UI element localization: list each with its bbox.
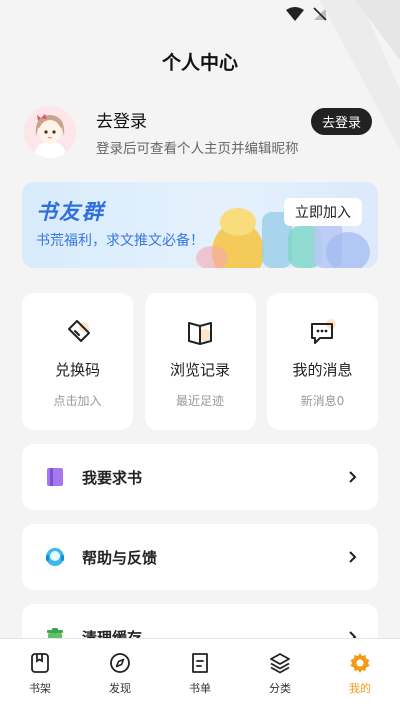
login-button[interactable]: 去登录: [310, 108, 372, 135]
battery-icon: [336, 5, 347, 23]
profile-subtitle: 登录后可查看个人主页并编辑昵称: [96, 141, 299, 157]
tab-label: 书单: [189, 682, 211, 695]
join-now-button[interactable]: 立即加入: [284, 198, 362, 226]
gear-icon: [350, 653, 370, 673]
bottom-tab-bar: 书架 发现 书单 分类 我的: [0, 638, 400, 710]
tab-discover[interactable]: 发现: [90, 651, 150, 696]
compass-icon: [110, 653, 130, 673]
card-title: 我的消息: [292, 361, 353, 379]
list-item-label: 帮助与反馈: [82, 548, 158, 567]
quick-cards: 兑换码 点击加入 浏览记录 最近足迹 我的消息 新消息0: [22, 293, 378, 430]
my-messages-card[interactable]: 我的消息 新消息0: [267, 293, 378, 430]
chevron-right-icon: [349, 471, 357, 483]
profile-section[interactable]: 去登录 登录后可查看个人主页并编辑昵称 去登录: [24, 104, 376, 160]
chat-bubble-icon: [310, 319, 336, 344]
card-title: 浏览记录: [169, 361, 230, 379]
layers-icon: [270, 653, 290, 674]
chevron-right-icon: [349, 551, 357, 563]
card-subtitle: 点击加入: [53, 394, 102, 408]
background-decoration: [320, 0, 400, 150]
page-title: 个人中心: [161, 52, 238, 74]
tab-label: 我的: [349, 682, 371, 695]
list-item-label: 我要求书: [82, 468, 143, 487]
banner-subtitle: 书荒福利，求文推文必备！: [36, 233, 204, 249]
headset-icon: [46, 548, 64, 566]
banner-title: 书友群: [36, 200, 105, 224]
reader-group-banner[interactable]: 书友群 书荒福利，求文推文必备！ 立即加入: [22, 182, 378, 268]
tab-label: 书架: [29, 682, 51, 695]
tab-label: 分类: [269, 682, 291, 695]
book-open-icon: [188, 322, 212, 345]
request-book-item[interactable]: 我要求书: [22, 444, 378, 510]
tab-label: 发现: [109, 682, 131, 695]
status-time: 4:18: [354, 5, 388, 23]
booklist-icon: [192, 653, 208, 673]
browse-history-card[interactable]: 浏览记录 最近足迹: [144, 293, 256, 430]
no-signal-icon: [312, 6, 328, 22]
card-subtitle: 新消息0: [300, 394, 345, 408]
book-purple-icon: [47, 468, 63, 486]
status-bar: 4:18: [0, 0, 400, 28]
card-subtitle: 最近足迹: [175, 394, 224, 408]
tab-bookshelf[interactable]: 书架: [10, 651, 70, 696]
wifi-icon: [286, 7, 305, 21]
tab-booklist[interactable]: 书单: [170, 651, 230, 696]
help-feedback-item[interactable]: 帮助与反馈: [22, 524, 378, 590]
avatar[interactable]: [24, 106, 76, 158]
tab-mine[interactable]: 我的: [330, 651, 390, 696]
tab-category[interactable]: 分类: [250, 651, 310, 696]
bookshelf-icon: [31, 653, 49, 673]
ticket-icon: [67, 320, 90, 342]
redeem-code-card[interactable]: 兑换码 点击加入: [22, 293, 133, 430]
card-title: 兑换码: [54, 361, 100, 379]
